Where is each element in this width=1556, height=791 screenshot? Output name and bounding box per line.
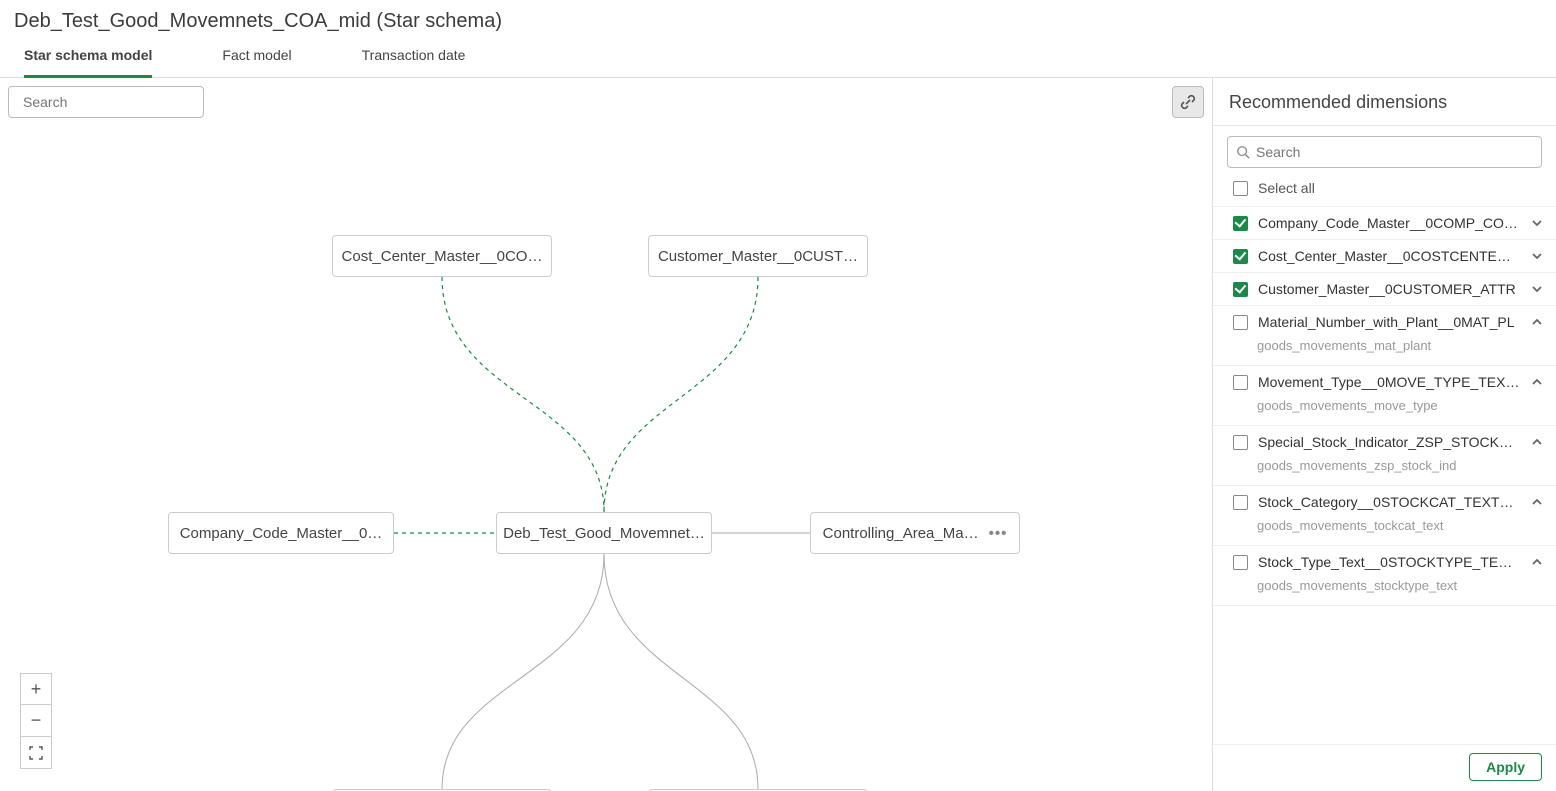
- dimension-sub-label: goods_movements_move_type: [1213, 398, 1556, 425]
- panel-search-input[interactable]: [1256, 144, 1533, 160]
- recommended-dimensions-panel: Recommended dimensions Select all Compan…: [1212, 78, 1556, 791]
- dimension-row[interactable]: Stock_Category__0STOCKCAT_TEXT_TE: [1213, 486, 1556, 518]
- chevron-up-icon[interactable]: [1530, 315, 1544, 329]
- dimension-label: Movement_Type__0MOVE_TYPE_TEXT_T: [1258, 374, 1520, 390]
- tab-fact-model[interactable]: Fact model: [222, 47, 291, 77]
- dimension-checkbox[interactable]: [1233, 315, 1248, 330]
- plus-icon: +: [31, 679, 42, 700]
- dimension-checkbox[interactable]: [1233, 375, 1248, 390]
- dimension-checkbox[interactable]: [1233, 435, 1248, 450]
- tab-bar: Star schema model Fact model Transaction…: [0, 33, 1556, 78]
- node-company-code[interactable]: Company_Code_Master__0…: [168, 512, 394, 554]
- more-icon[interactable]: •••: [989, 525, 1008, 542]
- dimension-item: Cost_Center_Master__0COSTCENTER_AT: [1213, 240, 1556, 273]
- dimension-label: Stock_Category__0STOCKCAT_TEXT_TE: [1258, 494, 1520, 510]
- dimension-label: Stock_Type_Text__0STOCKTYPE_TEXT_T: [1258, 554, 1520, 570]
- tab-transaction-date[interactable]: Transaction date: [362, 47, 466, 77]
- select-all-label: Select all: [1258, 180, 1315, 196]
- dimension-item: Stock_Category__0STOCKCAT_TEXT_TE goods_m…: [1213, 486, 1556, 546]
- dimension-label: Company_Code_Master__0COMP_CODE_: [1258, 215, 1520, 231]
- dimension-checkbox[interactable]: [1233, 216, 1248, 231]
- dimension-sub-label: goods_movements_zsp_stock_ind: [1213, 458, 1556, 485]
- apply-button[interactable]: Apply: [1469, 753, 1542, 781]
- node-label: Cost_Center_Master__0CO…: [342, 248, 543, 265]
- canvas-search-input[interactable]: [23, 94, 204, 110]
- dimension-label: Cost_Center_Master__0COSTCENTER_AT: [1258, 248, 1520, 264]
- dimension-item: Movement_Type__0MOVE_TYPE_TEXT_T goods_mo…: [1213, 366, 1556, 426]
- dimension-checkbox[interactable]: [1233, 495, 1248, 510]
- dimension-row[interactable]: Stock_Type_Text__0STOCKTYPE_TEXT_T: [1213, 546, 1556, 578]
- node-label: Controlling_Area_Ma…: [823, 525, 979, 542]
- node-label: Company_Code_Master__0…: [180, 525, 383, 542]
- dimension-label: Material_Number_with_Plant__0MAT_PL: [1258, 314, 1520, 330]
- dimension-checkbox[interactable]: [1233, 282, 1248, 297]
- search-icon: [1236, 145, 1250, 159]
- dimension-item: Material_Number_with_Plant__0MAT_PLgoods…: [1213, 306, 1556, 366]
- zoom-fit-button[interactable]: [20, 737, 52, 769]
- node-customer[interactable]: Customer_Master__0CUST…: [648, 235, 868, 277]
- dimension-sub-label: goods_movements_stocktype_text: [1213, 578, 1556, 605]
- dimension-item: Customer_Master__0CUSTOMER_ATTR: [1213, 273, 1556, 306]
- chevron-up-icon[interactable]: [1530, 375, 1544, 389]
- dimension-item: Company_Code_Master__0COMP_CODE_: [1213, 207, 1556, 240]
- zoom-controls: + −: [20, 673, 52, 769]
- dimension-sub-label: goods_movements_tockcat_text: [1213, 518, 1556, 545]
- dimension-row[interactable]: Cost_Center_Master__0COSTCENTER_AT: [1213, 240, 1556, 272]
- node-cost-center[interactable]: Cost_Center_Master__0CO…: [332, 235, 552, 277]
- canvas-search[interactable]: [8, 86, 204, 118]
- dimension-label: Special_Stock_Indicator_ZSP_STOCK_INI: [1258, 434, 1520, 450]
- minus-icon: −: [31, 710, 42, 731]
- dimension-row[interactable]: Special_Stock_Indicator_ZSP_STOCK_INI: [1213, 426, 1556, 458]
- tab-star-schema-model[interactable]: Star schema model: [24, 47, 152, 78]
- link-icon: [1180, 94, 1196, 110]
- chevron-down-icon[interactable]: [1530, 249, 1544, 263]
- dimension-row[interactable]: Company_Code_Master__0COMP_CODE_: [1213, 207, 1556, 239]
- zoom-in-button[interactable]: +: [20, 673, 52, 705]
- dimension-checkbox[interactable]: [1233, 249, 1248, 264]
- link-toggle-button[interactable]: [1172, 86, 1204, 118]
- dimension-row[interactable]: Movement_Type__0MOVE_TYPE_TEXT_T: [1213, 366, 1556, 398]
- dimension-sub-label: goods_movements_mat_plant: [1213, 338, 1556, 365]
- dimension-item: Special_Stock_Indicator_ZSP_STOCK_INIgoo…: [1213, 426, 1556, 486]
- dimension-item: Stock_Type_Text__0STOCKTYPE_TEXT_T goods_…: [1213, 546, 1556, 606]
- node-label: Deb_Test_Good_Movemnet…: [503, 525, 705, 542]
- canvas-area[interactable]: + − Cost_Center_Master__0CO…: [0, 78, 1212, 791]
- canvas-connectors: [0, 78, 1212, 791]
- chevron-up-icon[interactable]: [1530, 555, 1544, 569]
- dimension-row[interactable]: Material_Number_with_Plant__0MAT_PL: [1213, 306, 1556, 338]
- node-center[interactable]: Deb_Test_Good_Movemnet…: [496, 512, 712, 554]
- panel-search[interactable]: [1227, 136, 1542, 168]
- node-controlling[interactable]: Controlling_Area_Ma… •••: [810, 512, 1020, 554]
- chevron-down-icon[interactable]: [1530, 282, 1544, 296]
- node-label: Customer_Master__0CUST…: [658, 248, 858, 265]
- chevron-down-icon[interactable]: [1530, 216, 1544, 230]
- dimension-list[interactable]: Company_Code_Master__0COMP_CODE_ Cost_Cen…: [1213, 206, 1556, 744]
- zoom-out-button[interactable]: −: [20, 705, 52, 737]
- page-title: Deb_Test_Good_Movemnets_COA_mid (Star sc…: [14, 10, 1542, 33]
- dimension-checkbox[interactable]: [1233, 555, 1248, 570]
- panel-title: Recommended dimensions: [1213, 78, 1556, 126]
- dimension-row[interactable]: Customer_Master__0CUSTOMER_ATTR: [1213, 273, 1556, 305]
- chevron-up-icon[interactable]: [1530, 495, 1544, 509]
- fullscreen-icon: [29, 746, 43, 760]
- select-all-checkbox[interactable]: [1233, 181, 1248, 196]
- chevron-up-icon[interactable]: [1530, 435, 1544, 449]
- dimension-label: Customer_Master__0CUSTOMER_ATTR: [1258, 281, 1520, 297]
